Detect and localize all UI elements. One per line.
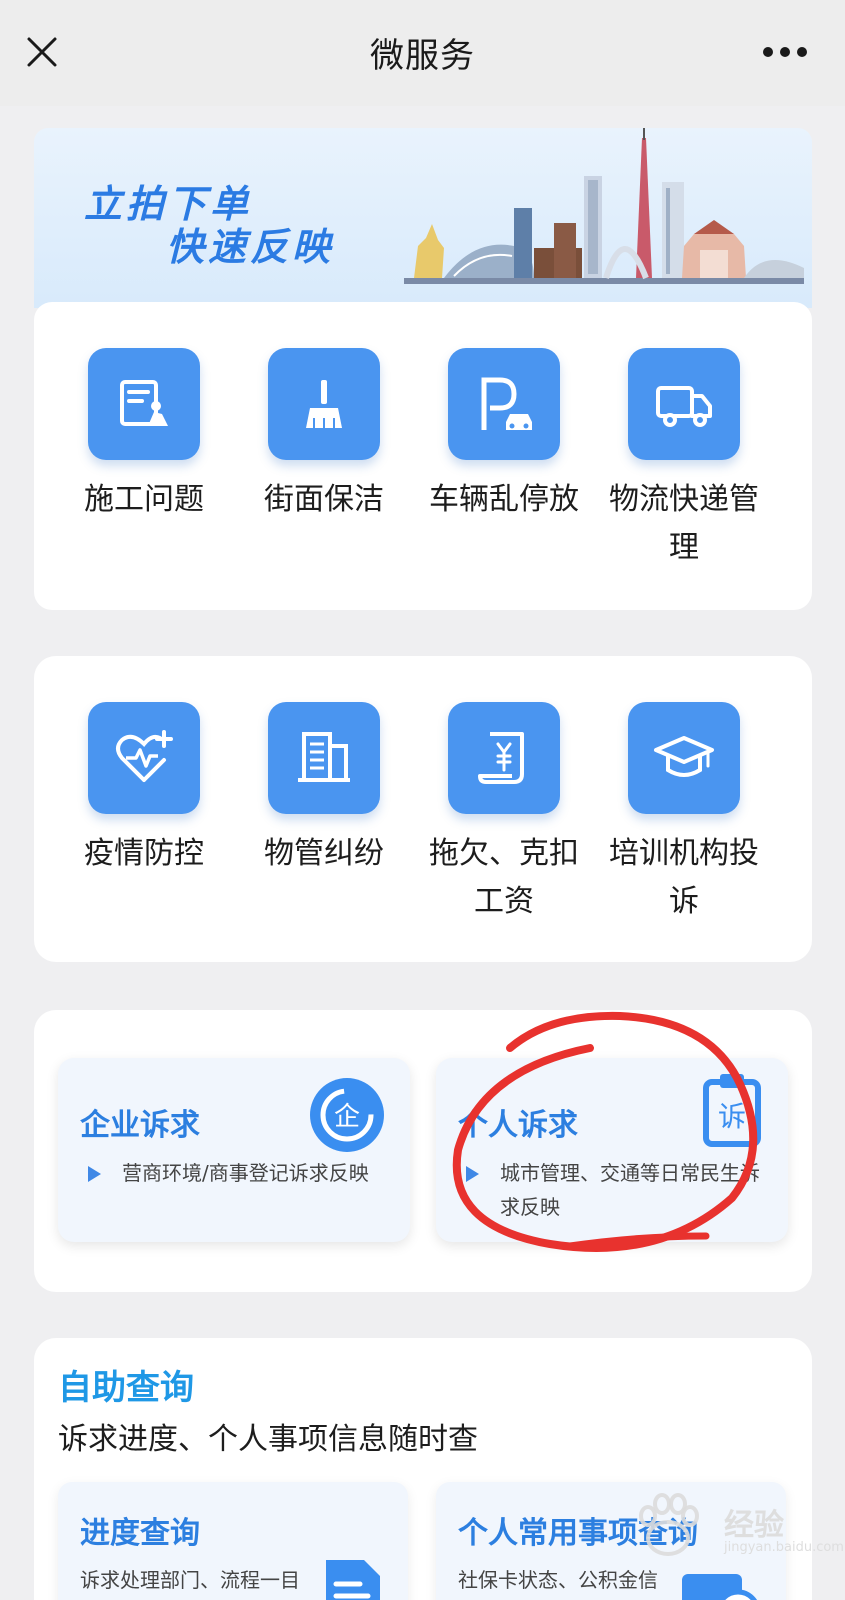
- banner: 立拍下单 快速反映: [34, 128, 812, 308]
- service-label: 施工问题: [84, 482, 204, 517]
- service-label: 街面保洁: [264, 482, 384, 517]
- city-skyline-illustration: [404, 128, 804, 284]
- service-card-1: 施工问题 街面保洁 车辆乱停放 物流快递管理: [34, 302, 812, 610]
- service-illegal-parking[interactable]: 车辆乱停放: [412, 348, 596, 524]
- service-label: 拖欠、克扣工资: [429, 836, 579, 919]
- progress-query-button[interactable]: 进度查询 诉求处理部门、流程一目: [58, 1482, 408, 1600]
- personal-appeal-icon: 诉: [703, 1074, 761, 1147]
- enterprise-icon-text: 企: [334, 1102, 360, 1132]
- service-construction[interactable]: 施工问题: [52, 348, 236, 524]
- construction-icon: [88, 348, 200, 460]
- service-epidemic[interactable]: 疫情防控: [52, 702, 236, 878]
- service-label: 培训机构投诉: [609, 836, 759, 919]
- query-title: 进度查询: [80, 1516, 200, 1551]
- enterprise-appeal-button[interactable]: 企 企业诉求 营商环境/商事登记诉求反映: [58, 1058, 410, 1242]
- baidu-watermark: 经验 jingyan.baidu.com: [628, 1486, 844, 1572]
- top-nav-bar: 微服务: [0, 0, 845, 106]
- personal-icon-text: 诉: [718, 1100, 746, 1133]
- document-icon: [326, 1560, 380, 1600]
- arrow-icon: [88, 1166, 101, 1182]
- service-property-dispute[interactable]: 物管纠纷: [232, 702, 416, 878]
- service-label: 物流快递管理: [609, 482, 759, 565]
- arrow-icon: [466, 1166, 479, 1182]
- query-desc: 诉求处理部门、流程一目: [80, 1568, 300, 1592]
- section-subtitle: 诉求进度、个人事项信息随时查: [58, 1422, 478, 1457]
- paw-logo-icon: [639, 1493, 699, 1556]
- more-icon[interactable]: [762, 44, 808, 60]
- service-training-complaint[interactable]: 培训机构投诉: [592, 702, 776, 926]
- service-label: 疫情防控: [84, 836, 204, 871]
- broom-icon: [268, 348, 380, 460]
- parking-icon: [448, 348, 560, 460]
- appeal-desc: 营商环境/商事登记诉求反映: [122, 1161, 369, 1185]
- heart-plus-icon: [88, 702, 200, 814]
- watermark-url: jingyan.baidu.com: [724, 1540, 844, 1555]
- truck-icon: [628, 348, 740, 460]
- enterprise-icon: 企: [310, 1078, 384, 1152]
- service-street-cleaning[interactable]: 街面保洁: [232, 348, 416, 524]
- service-logistics[interactable]: 物流快递管理: [592, 348, 776, 572]
- banner-line-2: 快速反映: [166, 225, 335, 269]
- salary-scroll-icon: [448, 702, 560, 814]
- page-title: 微服务: [370, 36, 475, 76]
- personal-appeal-button[interactable]: 诉 个人诉求 城市管理、交通等日常民生诉求反映: [436, 1058, 788, 1242]
- service-label: 车辆乱停放: [429, 482, 579, 517]
- watermark-text: 经验: [724, 1508, 784, 1543]
- building-icon: [268, 702, 380, 814]
- appeal-title: 个人诉求: [458, 1108, 578, 1143]
- service-card-2: 疫情防控 物管纠纷 拖欠、克扣工资 培训机构投诉: [34, 656, 812, 962]
- graduation-cap-icon: [628, 702, 740, 814]
- service-label: 物管纠纷: [264, 836, 384, 871]
- appeal-title: 企业诉求: [80, 1108, 200, 1143]
- appeals-card: 企 企业诉求 营商环境/商事登记诉求反映 诉 个人诉求 城市管理、交通等日常民生…: [34, 1010, 812, 1292]
- service-wage-arrears[interactable]: 拖欠、克扣工资: [412, 702, 596, 926]
- section-title: 自助查询: [58, 1368, 194, 1408]
- appeal-desc: 城市管理、交通等日常民生诉求反映: [500, 1161, 760, 1219]
